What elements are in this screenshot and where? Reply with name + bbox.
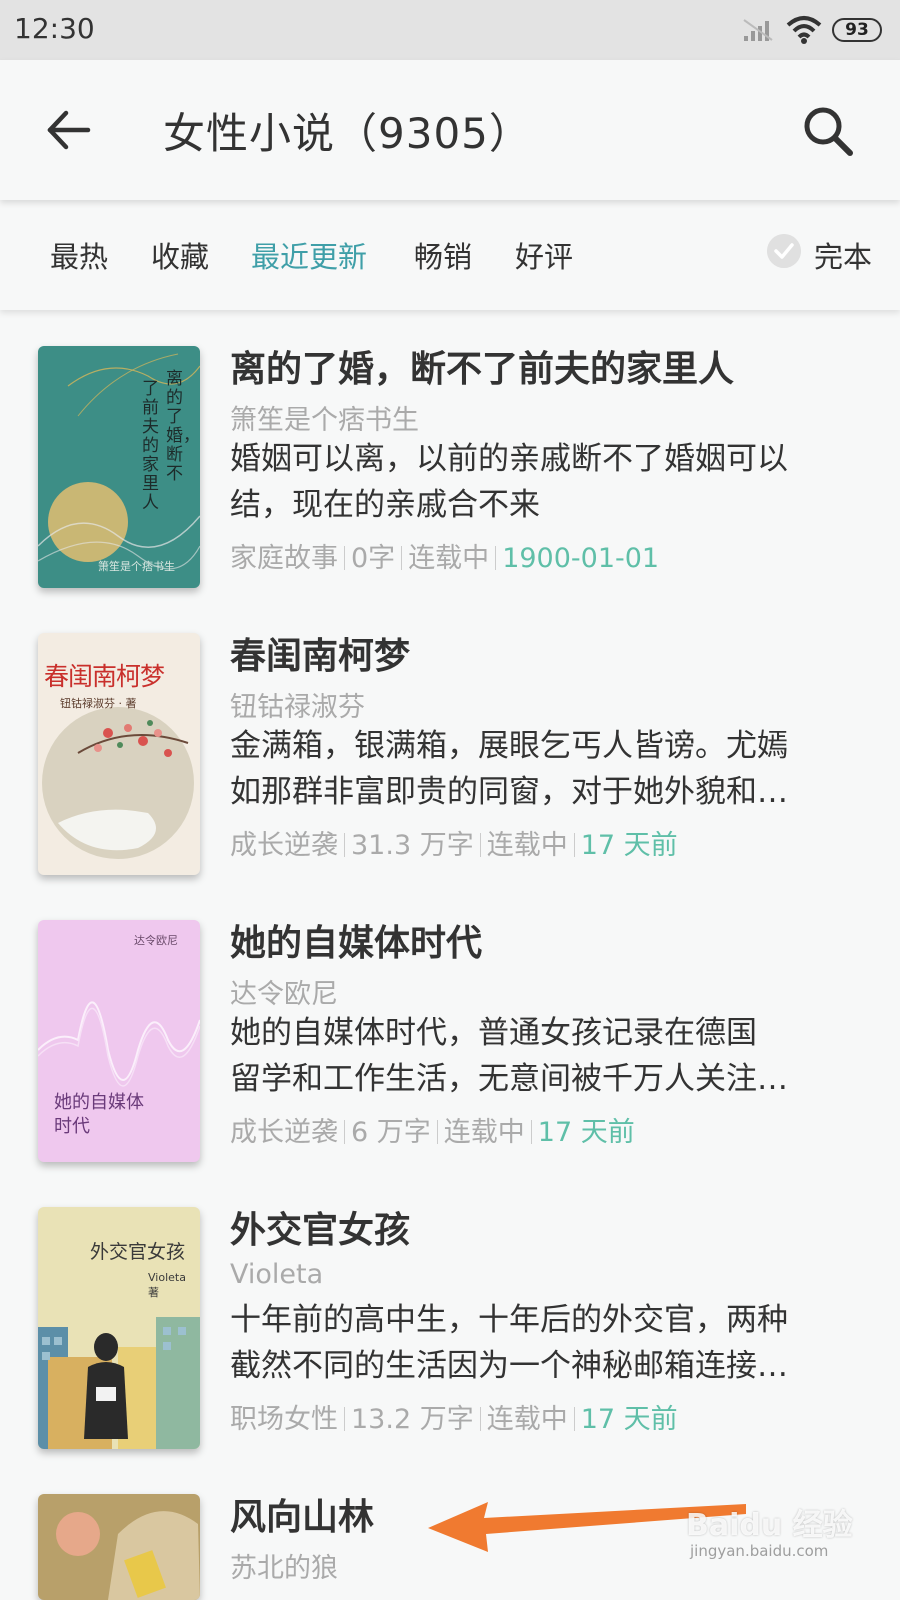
book-genre: 成长逆袭 [230,1117,338,1148]
desc-line: 如那群非富即贵的同窗，对于她外貌和… [230,774,788,810]
book-description: 婚姻可以离，以前的亲戚断不了婚姻可以 结，现在的亲戚合不来 [230,436,860,528]
complete-check-icon[interactable] [767,234,801,268]
book-word-count: 13.2 万字 [351,1404,474,1435]
list-item[interactable]: 外交官女孩 Violeta 著 外交官女孩 Violeta 十年前的高中生，十年… [0,1171,900,1463]
desc-line: 截然不同的生活因为一个神秘邮箱连接… [230,1348,788,1384]
wifi-icon [786,16,822,44]
book-author: 达令欧尼 [230,979,338,1010]
book-update-date: 1900-01-01 [502,543,660,574]
desc-line: 十年前的高中生，十年后的外交官，两种 [230,1302,788,1338]
book-genre: 成长逆袭 [230,830,338,861]
cover-author: Violeta 著 [148,1271,186,1299]
status-bar: 12:30 93 [0,0,900,60]
cover-author: 钮钴禄淑芬 · 著 [60,697,137,710]
book-update-date: 17 天前 [537,1117,635,1148]
book-description: 金满箱，银满箱，展眼乞丐人皆谤。尤嫣 如那群非富即贵的同窗，对于她外貌和… [230,723,860,815]
divider [344,1407,345,1431]
desc-line: 她的自媒体时代，普通女孩记录在德国 [230,1015,757,1051]
desc-line: 留学和工作生活，无意间被千万人关注… [230,1061,788,1097]
divider [344,1120,345,1144]
desc-line: 婚姻可以离，以前的亲戚断不了婚姻可以 [230,441,788,477]
cover-author: 箫笙是个痞书生 [98,560,175,573]
book-word-count: 6 万字 [351,1117,431,1148]
back-arrow-icon[interactable] [44,105,94,155]
book-word-count: 31.3 万字 [351,830,474,861]
divider [344,546,345,570]
book-status: 连载中 [486,1404,568,1435]
book-title: 离的了婚，断不了前夫的家里人 [230,349,735,390]
divider [479,833,481,857]
book-genre: 职场女性 [230,1404,338,1435]
book-status: 连载中 [443,1117,525,1148]
book-title: 春闺南柯梦 [230,636,411,677]
list-item[interactable]: 离的了婚，断不 了前夫的家里人 箫笙是个痞书生 离的了婚，断不了前夫的家里人 箫… [0,310,900,602]
book-author: 苏北的狼 [230,1553,338,1584]
tab-bestselling[interactable]: 畅销 [414,234,472,276]
watermark-brand: Baidu 经验 [686,1508,853,1543]
cover-title-line-b: 时代 [54,1116,90,1137]
book-author: 箫笙是个痞书生 [230,405,419,436]
book-title: 她的自媒体时代 [230,923,483,964]
battery-indicator: 93 [832,18,882,42]
book-meta: 职场女性 13.2 万字 连载中 17 天前 [230,1397,678,1436]
tab-recently-updated[interactable]: 最近更新 [251,234,367,276]
book-status: 连载中 [486,830,568,861]
desc-line: 金满箱，银满箱，展眼乞丐人皆谤。尤嫣 [230,728,788,764]
filter-bar: 最热 收藏 最近更新 畅销 好评 完本 [0,200,900,310]
book-cover: 春闺南柯梦 钮钴禄淑芬 · 著 [38,633,200,875]
book-cover: 离的了婚，断不 了前夫的家里人 箫笙是个痞书生 [38,346,200,588]
cover-title-col-a: 离的了婚，断不 [166,369,200,484]
book-update-date: 17 天前 [580,1404,678,1435]
cover-title-col-b: 了前夫的家里人 [142,379,159,513]
divider [436,1120,438,1144]
desc-line: 结，现在的亲戚合不来 [230,487,540,523]
tab-top-rated[interactable]: 好评 [515,234,573,276]
book-cover: 达令欧尼 她的自媒体 时代 [38,920,200,1162]
book-description: 她的自媒体时代，普通女孩记录在德国 留学和工作生活，无意间被千万人关注… [230,1010,860,1102]
book-update-date: 17 天前 [580,830,678,861]
book-title: 风向山林 [230,1497,375,1538]
cover-title: 春闺南柯梦 [44,662,165,691]
book-author: Violeta [230,1259,324,1290]
book-meta: 家庭故事 0字 连载中 1900-01-01 [230,536,659,575]
cover-title-line-a: 她的自媒体 [54,1092,144,1113]
app-header: 女性小说（9305） [0,60,900,200]
book-author: 钮钴禄淑芬 [230,692,365,723]
tab-favorites[interactable]: 收藏 [151,234,209,276]
tab-hottest[interactable]: 最热 [50,234,108,276]
watermark-url: jingyan.baidu.com [690,1542,829,1560]
divider [530,1120,532,1144]
book-status: 连载中 [408,543,490,574]
status-time: 12:30 [14,12,95,45]
search-icon[interactable] [800,103,856,159]
book-meta: 成长逆袭 31.3 万字 连载中 17 天前 [230,823,678,862]
book-cover [38,1494,200,1600]
list-item[interactable]: 春闺南柯梦 钮钴禄淑芬 · 著 春闺南柯梦 钮钴禄淑芬 金满箱，银满箱，展眼乞丐… [0,597,900,889]
cover-art [56,1511,200,1600]
list-item[interactable]: 达令欧尼 她的自媒体 时代 她的自媒体时代 达令欧尼 她的自媒体时代，普通女孩记… [0,884,900,1176]
divider [495,546,497,570]
page-title: 女性小说（9305） [163,109,532,158]
book-meta: 成长逆袭 6 万字 连载中 17 天前 [230,1110,635,1149]
book-title: 外交官女孩 [230,1210,411,1251]
book-cover: 外交官女孩 Violeta 著 [38,1207,200,1449]
book-description: 十年前的高中生，十年后的外交官，两种 截然不同的生活因为一个神秘邮箱连接… [230,1297,860,1389]
book-genre: 家庭故事 [230,543,338,574]
divider [573,1407,575,1431]
divider [401,546,403,570]
divider [573,833,575,857]
cover-title: 外交官女孩 [90,1241,186,1263]
complete-filter-label[interactable]: 完本 [814,234,872,276]
divider [344,833,345,857]
book-word-count: 0字 [351,543,396,574]
signal-icon [743,19,773,41]
divider [479,1407,481,1431]
cover-author: 达令欧尼 [134,934,178,947]
